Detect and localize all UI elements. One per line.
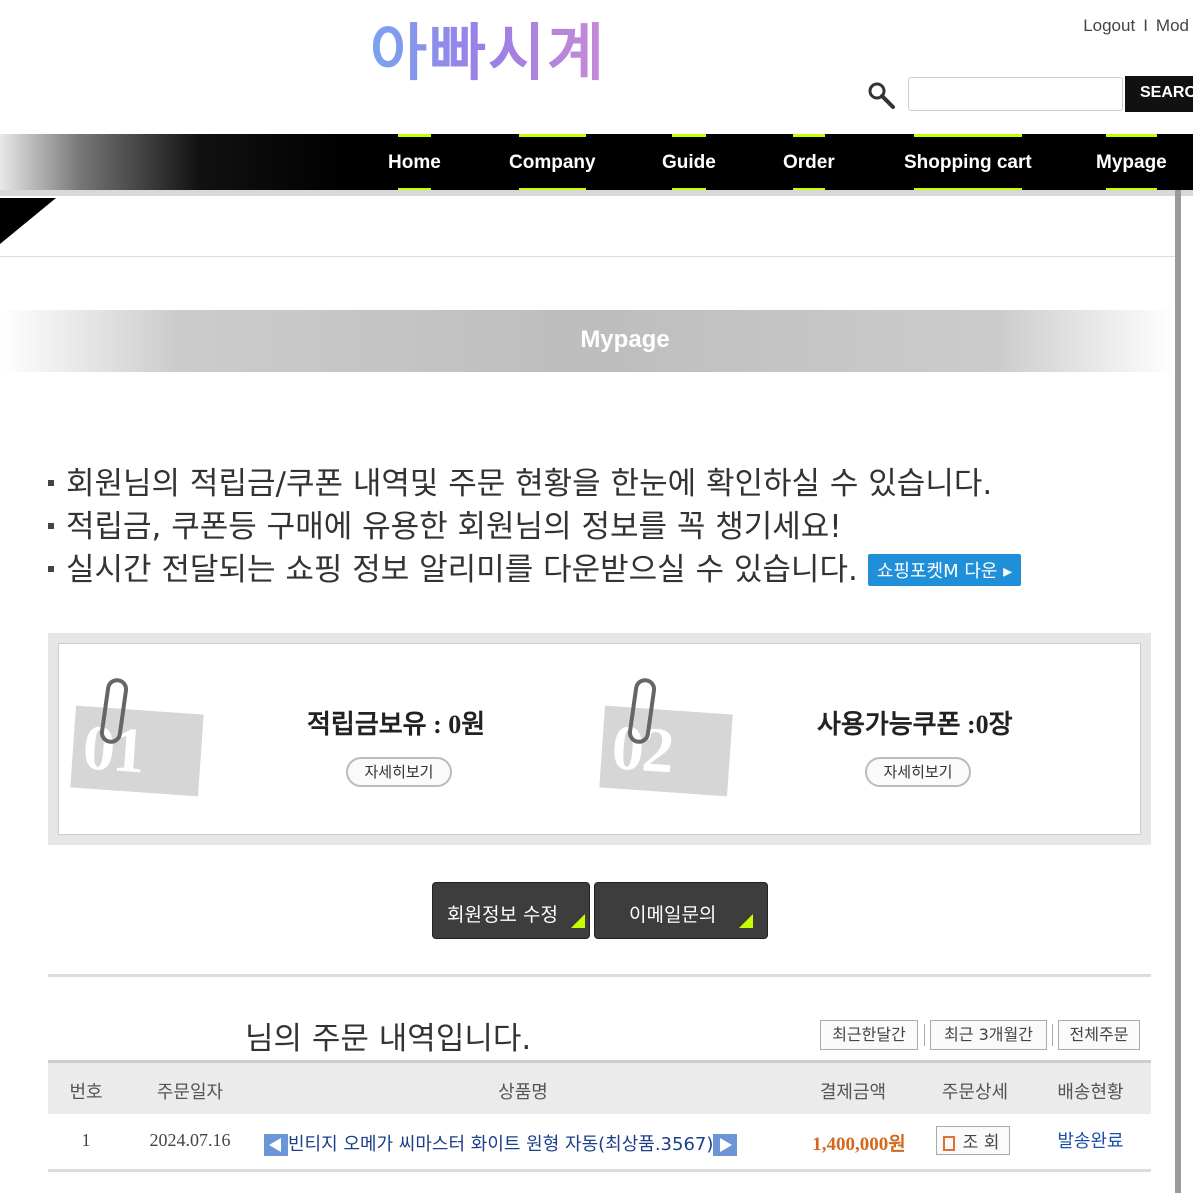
filter-last-3-months[interactable]: 최근 3개월간	[930, 1020, 1047, 1050]
top-links-separator: I	[1143, 16, 1148, 35]
nav-order[interactable]: Order	[783, 134, 835, 191]
points-detail-button[interactable]: 자세히보기	[346, 757, 452, 787]
search-icon[interactable]	[866, 80, 896, 110]
coupons-label: 사용가능쿠폰 :0장	[817, 710, 1013, 739]
info-line: 적립금, 쿠폰등 구매에 유용한 회원님의 정보를 꼭 챙기세요!	[48, 501, 1021, 545]
table-row: 1 2024.07.16 빈티지 오메가 씨마스터 화이트 원형 자동(최상품.…	[48, 1114, 1151, 1172]
info-line: 회원님의 적립금/쿠폰 내역및 주문 현황을 한눈에 확인하실 수 있습니다.	[48, 458, 1021, 502]
orders-title: 님의 주문 내역입니다.	[245, 1021, 532, 1057]
edit-member-label: 회원정보 수정	[447, 904, 558, 926]
arrow-right-icon	[713, 1134, 738, 1156]
email-inquiry-label: 이메일문의	[629, 904, 717, 926]
col-order-date: 주문일자	[156, 1082, 224, 1103]
col-amount: 결제금액	[819, 1082, 887, 1103]
nav-mypage[interactable]: Mypage	[1096, 134, 1167, 191]
document-icon	[942, 1135, 955, 1151]
bullet-icon	[48, 565, 54, 572]
email-inquiry-button[interactable]: 이메일문의	[594, 882, 768, 939]
bullet-icon	[48, 522, 54, 529]
info-text: 실시간 전달되는 쇼핑 정보 알리미를 다운받으실 수 있습니다.	[66, 552, 858, 588]
nav-home[interactable]: Home	[388, 134, 441, 191]
edit-member-button[interactable]: 회원정보 수정	[432, 882, 590, 939]
badge-01: 01	[70, 705, 204, 797]
nav-company[interactable]: Company	[509, 134, 596, 191]
logout-link[interactable]: Logout	[1083, 16, 1135, 35]
modify-link[interactable]: Mod	[1156, 16, 1189, 35]
product-link[interactable]: 빈티지 오메가 씨마스터 화이트 원형 자동(최상품.3567)	[288, 1134, 713, 1155]
page-title: Mypage	[580, 326, 670, 353]
info-line: 실시간 전달되는 쇼핑 정보 알리미를 다운받으실 수 있습니다. 쇼핑포켓M 다…	[48, 544, 1022, 588]
nav-guide[interactable]: Guide	[662, 134, 716, 191]
order-date: 2024.07.16	[149, 1130, 231, 1150]
delivery-status[interactable]: 발송완료	[1048, 1127, 1133, 1153]
col-order-detail: 주문상세	[941, 1082, 1009, 1103]
decorative-corner	[0, 198, 56, 244]
summary-box: 01 적립금보유 : 0원 자세히보기 02 사용가능쿠폰 :0장 자세히보기	[48, 633, 1151, 845]
product-cell: 빈티지 오메가 씨마스터 화이트 원형 자동(최상품.3567)	[264, 1130, 780, 1156]
view-order-button[interactable]: 조 회	[935, 1126, 1011, 1155]
page-title-bar: Mypage	[0, 310, 1175, 372]
app-download-button[interactable]: 쇼핑포켓M 다운 ▸	[867, 553, 1022, 586]
site-logo[interactable]: 아빠시계	[370, 22, 606, 84]
nav-shopping-cart[interactable]: Shopping cart	[904, 134, 1032, 191]
corner-arrow-icon	[571, 914, 585, 928]
top-links: Logout I Mod	[1079, 16, 1193, 36]
bullet-icon	[48, 479, 54, 486]
divider	[0, 256, 1175, 257]
col-delivery-status: 배송현황	[1057, 1082, 1124, 1103]
info-text: 회원님의 적립금/쿠폰 내역및 주문 현황을 한눈에 확인하실 수 있습니다.	[66, 466, 993, 502]
view-order-label: 조 회	[962, 1133, 1000, 1153]
order-detail-cell: 조 회	[928, 1126, 1018, 1155]
points-label: 적립금보유 : 0원	[307, 710, 486, 739]
col-number: 번호	[69, 1082, 103, 1103]
info-text: 적립금, 쿠폰등 구매에 유용한 회원님의 정보를 꼭 챙기세요!	[66, 509, 842, 545]
filter-last-month[interactable]: 최근한달간	[820, 1020, 918, 1050]
main-nav: Home Company Guide Order Shopping cart M…	[0, 134, 1193, 196]
arrow-left-icon	[264, 1134, 288, 1156]
coupons-detail-button[interactable]: 자세히보기	[865, 757, 971, 787]
order-amount: 1,400,000원	[812, 1134, 906, 1155]
orders-table-header: 번호 주문일자 상품명 결제금액 주문상세 배송현황	[48, 1060, 1151, 1114]
filter-all-orders[interactable]: 전체주문	[1058, 1020, 1140, 1050]
order-number: 1	[81, 1130, 91, 1150]
filter-separator	[924, 1024, 925, 1046]
info-list: 회원님의 적립금/쿠폰 내역및 주문 현황을 한눈에 확인하실 수 있습니다. …	[48, 458, 1022, 588]
filter-separator	[1052, 1024, 1053, 1046]
search-button[interactable]: SEARC	[1125, 76, 1193, 112]
corner-arrow-icon	[739, 914, 753, 928]
col-product: 상품명	[498, 1082, 548, 1103]
divider	[48, 974, 1151, 977]
badge-02: 02	[599, 705, 733, 797]
summary-inner: 01 적립금보유 : 0원 자세히보기 02 사용가능쿠폰 :0장 자세히보기	[58, 643, 1141, 835]
search-input[interactable]	[908, 77, 1123, 111]
